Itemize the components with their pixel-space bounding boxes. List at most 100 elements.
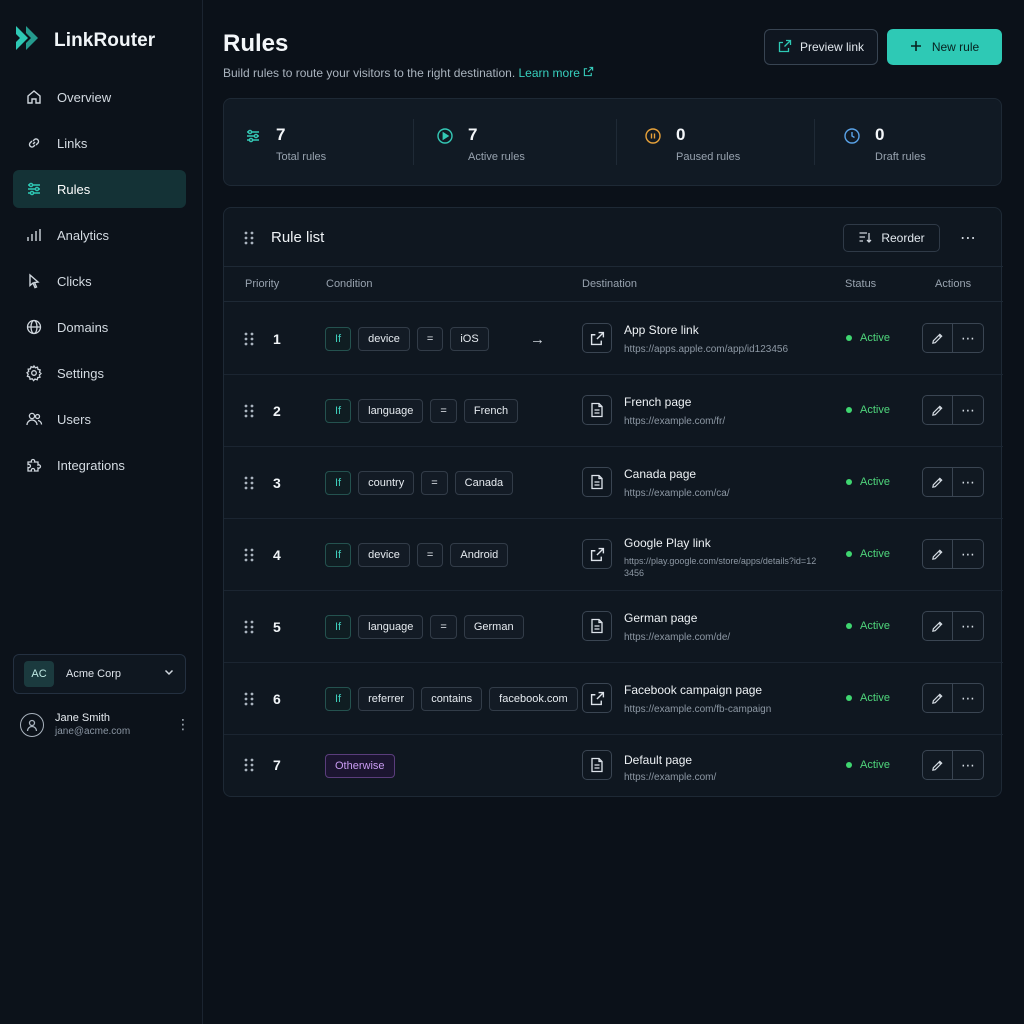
sidebar-item-integrations[interactable]: Integrations [13, 446, 186, 484]
sidebar-item-users[interactable]: Users [13, 400, 186, 438]
column-header-destination: Destination [582, 278, 638, 290]
table-row[interactable]: 3 If country = Canada Canada page https:… [224, 447, 1003, 519]
drag-handle-icon[interactable] [244, 620, 254, 639]
condition-value-chip[interactable]: facebook.com [489, 687, 578, 711]
destination-name[interactable]: French page [624, 395, 691, 409]
page-subtitle: Build rules to route your visitors to th… [223, 66, 594, 80]
condition-field-chip[interactable]: language [358, 399, 424, 423]
more-options-icon[interactable]: ⋯ [953, 539, 984, 569]
condition-operator-chip[interactable]: = [421, 471, 448, 495]
more-options-icon[interactable]: ⋯ [953, 323, 984, 353]
status-label: Active [860, 476, 890, 488]
user-name: Jane Smith [55, 712, 111, 724]
sidebar-item-label: Settings [57, 365, 104, 381]
gear-icon [25, 364, 43, 382]
condition-value-chip[interactable]: French [463, 399, 519, 423]
condition-if-chip: If [325, 687, 352, 711]
table-row[interactable]: 1 If device = iOS → App Store link https… [224, 303, 1003, 375]
sidebar-item-rules[interactable]: Rules [13, 170, 186, 208]
more-options-icon[interactable]: ⋯ [953, 467, 984, 497]
destination-name[interactable]: Google Play link [624, 536, 711, 550]
edit-button[interactable] [922, 467, 953, 497]
more-options-icon[interactable]: ⋯ [953, 611, 984, 641]
sidebar-item-links[interactable]: Links [13, 124, 186, 162]
condition-if-chip: If [325, 543, 352, 567]
status-dot [846, 335, 852, 341]
kebab-menu-icon[interactable]: ⋮ [176, 716, 190, 733]
more-options-icon[interactable]: ⋯ [953, 395, 984, 425]
destination-name[interactable]: App Store link [624, 323, 699, 337]
more-options-icon[interactable]: ⋯ [960, 228, 977, 248]
drag-handle-icon[interactable] [244, 231, 254, 250]
condition-field-chip[interactable]: language [358, 615, 424, 639]
condition-operator-chip[interactable]: = [416, 543, 444, 567]
condition-field-chip[interactable]: device [358, 327, 410, 351]
condition-operator-chip[interactable]: = [430, 615, 457, 639]
stat-label: Paused rules [676, 151, 741, 163]
bar-chart-icon [25, 226, 43, 244]
new-rule-label: New rule [931, 40, 980, 54]
destination-url: https://example.com/de/ [624, 632, 731, 643]
condition-field-chip[interactable]: referrer [358, 687, 415, 711]
avatar [20, 712, 44, 737]
chevron-down-icon [163, 665, 175, 683]
status-dot [846, 762, 852, 768]
column-header-status: Status [845, 278, 877, 290]
divider [413, 119, 414, 165]
table-row[interactable]: 2 If language = French French page https… [224, 375, 1003, 447]
subtitle-text: Build rules to route your visitors to th… [223, 66, 516, 80]
condition-field-chip[interactable]: country [358, 471, 415, 495]
more-options-icon[interactable]: ⋯ [953, 683, 984, 713]
reorder-button[interactable]: Reorder [843, 224, 940, 252]
sidebar-item-analytics[interactable]: Analytics [13, 216, 186, 254]
drag-handle-icon[interactable] [244, 404, 254, 423]
org-switcher[interactable]: AC Acme Corp [13, 654, 186, 694]
brand[interactable]: LinkRouter [14, 24, 155, 57]
learn-more-link[interactable]: Learn more [519, 66, 595, 80]
sidebar-item-domains[interactable]: Domains [13, 308, 186, 346]
condition-operator-chip[interactable]: = [416, 327, 444, 351]
sidebar-item-label: Analytics [57, 227, 110, 243]
sidebar-item-label: Rules [57, 181, 91, 197]
edit-button[interactable] [922, 683, 953, 713]
table-row[interactable]: 4 If device = Android Google Play link h… [224, 519, 1003, 591]
drag-handle-icon[interactable] [244, 476, 254, 495]
sidebar-item-clicks[interactable]: Clicks [13, 262, 186, 300]
destination-name[interactable]: Default page [624, 753, 692, 767]
destination-name[interactable]: Facebook campaign page [624, 683, 762, 697]
sidebar-item-settings[interactable]: Settings [13, 354, 186, 392]
drag-handle-icon[interactable] [244, 332, 254, 351]
condition-operator-chip[interactable]: = [430, 399, 457, 423]
table-row[interactable]: 6 If referrer contains facebook.com Face… [224, 663, 1003, 735]
preview-link-button[interactable]: Preview link [764, 29, 878, 65]
new-rule-button[interactable]: New rule [887, 29, 1002, 65]
edit-button[interactable] [922, 395, 953, 425]
rule-priority: 6 [273, 691, 281, 707]
drag-handle-icon[interactable] [244, 692, 254, 711]
condition-operator-chip[interactable]: contains [421, 687, 483, 711]
condition-field-chip[interactable]: device [358, 543, 410, 567]
destination-name[interactable]: Canada page [624, 467, 696, 481]
destination-name[interactable]: German page [624, 611, 697, 625]
drag-handle-icon[interactable] [244, 548, 254, 567]
stats-panel: 7 Total rules 7 Active rules 0 Paused ru… [223, 98, 1002, 186]
table-row[interactable]: 7 Otherwise Default page https://example… [224, 735, 1003, 797]
home-icon [25, 88, 43, 106]
column-header-priority: Priority [245, 278, 280, 290]
more-options-icon[interactable]: ⋯ [953, 750, 984, 780]
sidebar-item-overview[interactable]: Overview [13, 78, 186, 116]
drag-handle-icon[interactable] [244, 758, 254, 777]
condition-value-chip[interactable]: German [463, 615, 524, 639]
user-profile[interactable]: Jane Smith jane@acme.com ⋮ [20, 712, 190, 737]
rule-condition: If referrer contains facebook.com [325, 687, 578, 711]
condition-value-chip[interactable]: Canada [454, 471, 514, 495]
condition-value-chip[interactable]: iOS [450, 327, 489, 351]
edit-button[interactable] [922, 323, 953, 353]
edit-button[interactable] [922, 539, 953, 569]
app-name: LinkRouter [54, 29, 156, 51]
condition-value-chip[interactable]: Android [450, 543, 509, 567]
user-email: jane@acme.com [55, 726, 131, 737]
table-row[interactable]: 5 If language = German German page https… [224, 591, 1003, 663]
edit-button[interactable] [922, 750, 953, 780]
edit-button[interactable] [922, 611, 953, 641]
